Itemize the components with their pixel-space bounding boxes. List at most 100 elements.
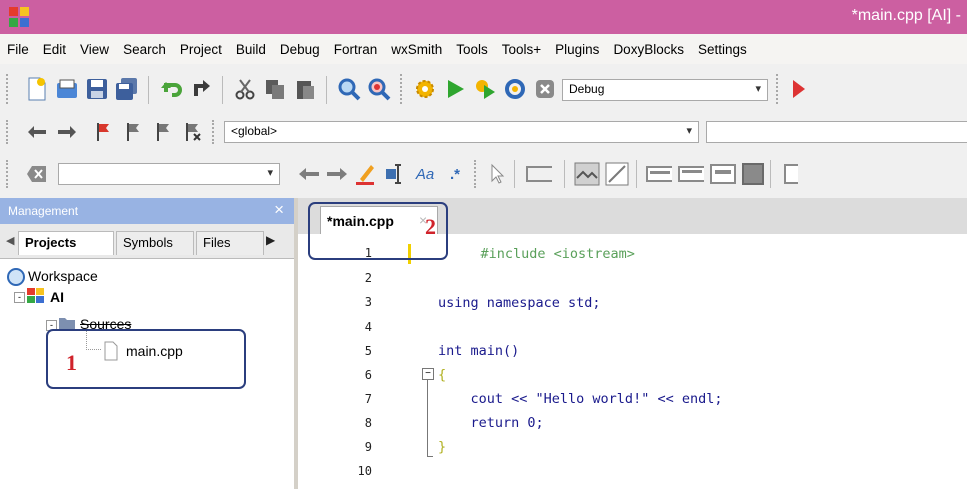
copy-icon[interactable] <box>262 76 288 102</box>
menu-file[interactable]: File <box>0 42 36 57</box>
find-previous-arrow-icon[interactable] <box>296 161 322 187</box>
run-icon[interactable] <box>442 76 468 102</box>
toolbar-grip[interactable] <box>474 160 480 188</box>
rebuild-icon[interactable] <box>502 76 528 102</box>
code-line-7[interactable]: cout << "Hello world!" << endl; <box>438 391 723 407</box>
paste-icon[interactable] <box>292 76 318 102</box>
menu-bar: File Edit View Search Project Build Debu… <box>0 34 967 64</box>
prev-bookmark-icon[interactable] <box>120 119 146 145</box>
menu-settings[interactable]: Settings <box>691 42 754 57</box>
menu-fortran[interactable]: Fortran <box>327 42 385 57</box>
save-all-icon[interactable] <box>114 76 140 102</box>
fold-toggle-icon[interactable]: − <box>422 368 434 380</box>
code-editor: *main.cpp × 1 2 3 4 5 6 7 8 9 10 − #incl… <box>298 198 967 489</box>
match-case-icon[interactable]: Aa <box>412 161 438 187</box>
toolbar-grip[interactable] <box>776 74 782 104</box>
management-header: Management × <box>0 198 294 224</box>
debug-start-icon[interactable] <box>786 76 812 102</box>
tab-files[interactable]: Files <box>196 231 264 255</box>
next-bookmark-icon[interactable] <box>150 119 176 145</box>
annotation-number-2: 2 <box>425 214 436 239</box>
sizer-box-icon[interactable] <box>678 161 704 187</box>
menu-view[interactable]: View <box>73 42 116 57</box>
code-line-1[interactable]: #include <iostream> <box>448 246 635 262</box>
line-number-gutter: 1 2 3 4 5 6 7 8 9 10 <box>298 234 408 489</box>
tab-projects[interactable]: Projects <box>18 231 114 255</box>
chevron-down-icon: ▾ <box>686 125 692 137</box>
code-line-3[interactable]: using namespace std; <box>438 295 601 311</box>
control-icon[interactable] <box>778 161 804 187</box>
menu-plugins[interactable]: Plugins <box>548 42 606 57</box>
toolbar-grip[interactable] <box>400 74 406 104</box>
static-box-icon[interactable] <box>646 161 672 187</box>
tab-symbols[interactable]: Symbols <box>116 231 194 255</box>
find-icon[interactable] <box>336 76 362 102</box>
clear-bookmarks-icon[interactable] <box>180 119 206 145</box>
open-file-icon[interactable] <box>54 76 80 102</box>
toolbar-grip[interactable] <box>6 120 12 144</box>
function-select[interactable] <box>706 121 967 143</box>
save-icon[interactable] <box>84 76 110 102</box>
search-toolbar: ▾ Aa .* <box>0 150 967 199</box>
menu-build[interactable]: Build <box>229 42 273 57</box>
frame-icon[interactable] <box>526 161 552 187</box>
bookmark-flag-icon[interactable] <box>90 119 116 145</box>
new-file-icon[interactable] <box>24 76 50 102</box>
menu-tools[interactable]: Tools <box>449 42 495 57</box>
line-number: 6 <box>364 368 372 382</box>
back-arrow-icon[interactable] <box>24 119 50 145</box>
management-title: Management <box>8 204 79 218</box>
menu-project[interactable]: Project <box>173 42 229 57</box>
clear-search-icon[interactable] <box>24 161 50 187</box>
toolbar-grip[interactable] <box>6 160 12 188</box>
menu-debug[interactable]: Debug <box>273 42 327 57</box>
code-line-6[interactable]: { <box>438 367 446 383</box>
management-tabs: ◀ Projects Symbols Files ▶ <box>0 224 294 259</box>
cut-icon[interactable] <box>232 76 258 102</box>
tree-project[interactable]: AI <box>50 289 64 305</box>
code-line-8[interactable]: return 0; <box>438 415 544 431</box>
forward-arrow-icon[interactable] <box>54 119 80 145</box>
menu-tools-plus[interactable]: Tools+ <box>495 42 548 57</box>
navigation-toolbar: <global> ▾ <box>0 114 967 151</box>
pointer-icon[interactable] <box>484 161 510 187</box>
grid-sizer-icon[interactable] <box>710 161 736 187</box>
project-icon <box>27 288 44 303</box>
find-next-arrow-icon[interactable] <box>324 161 350 187</box>
line-number: 3 <box>364 295 372 309</box>
build-and-run-icon[interactable] <box>472 76 498 102</box>
redo-icon[interactable] <box>188 76 214 102</box>
menu-search[interactable]: Search <box>116 42 173 57</box>
scope-select[interactable]: <global> ▾ <box>224 121 699 143</box>
dialog-icon[interactable] <box>574 161 600 187</box>
build-target-select[interactable]: Debug ▾ <box>562 79 768 101</box>
splitter-icon[interactable] <box>740 161 766 187</box>
search-input[interactable]: ▾ <box>58 163 280 185</box>
tree-workspace[interactable]: Workspace <box>28 268 98 284</box>
code-line-9[interactable]: } <box>438 439 446 455</box>
line-number: 5 <box>364 344 372 358</box>
abort-icon[interactable] <box>532 76 558 102</box>
toolbar-grip[interactable] <box>6 74 12 104</box>
chevron-down-icon: ▾ <box>267 167 273 179</box>
highlight-pencil-icon[interactable] <box>352 161 378 187</box>
toolbar-grip[interactable] <box>212 120 218 144</box>
menu-doxyblocks[interactable]: DoxyBlocks <box>606 42 691 57</box>
chevron-down-icon: ▾ <box>755 83 761 95</box>
close-icon[interactable]: × <box>274 200 284 220</box>
menu-wxsmith[interactable]: wxSmith <box>384 42 449 57</box>
codeblocks-logo-icon <box>9 7 29 27</box>
annotation-number-1: 1 <box>66 350 77 375</box>
tab-scroll-left-icon[interactable]: ◀ <box>6 234 14 247</box>
menu-edit[interactable]: Edit <box>36 42 73 57</box>
collapse-toggle-icon[interactable]: - <box>14 292 25 303</box>
regex-icon[interactable]: .* <box>442 161 468 187</box>
panel-icon[interactable] <box>604 161 630 187</box>
build-gear-icon[interactable] <box>412 76 438 102</box>
undo-icon[interactable] <box>158 76 184 102</box>
line-number: 4 <box>364 320 372 334</box>
tab-scroll-right-icon[interactable]: ▶ <box>266 233 275 247</box>
select-text-icon[interactable] <box>382 161 408 187</box>
code-line-5[interactable]: int main() <box>438 343 519 359</box>
replace-icon[interactable] <box>366 76 392 102</box>
